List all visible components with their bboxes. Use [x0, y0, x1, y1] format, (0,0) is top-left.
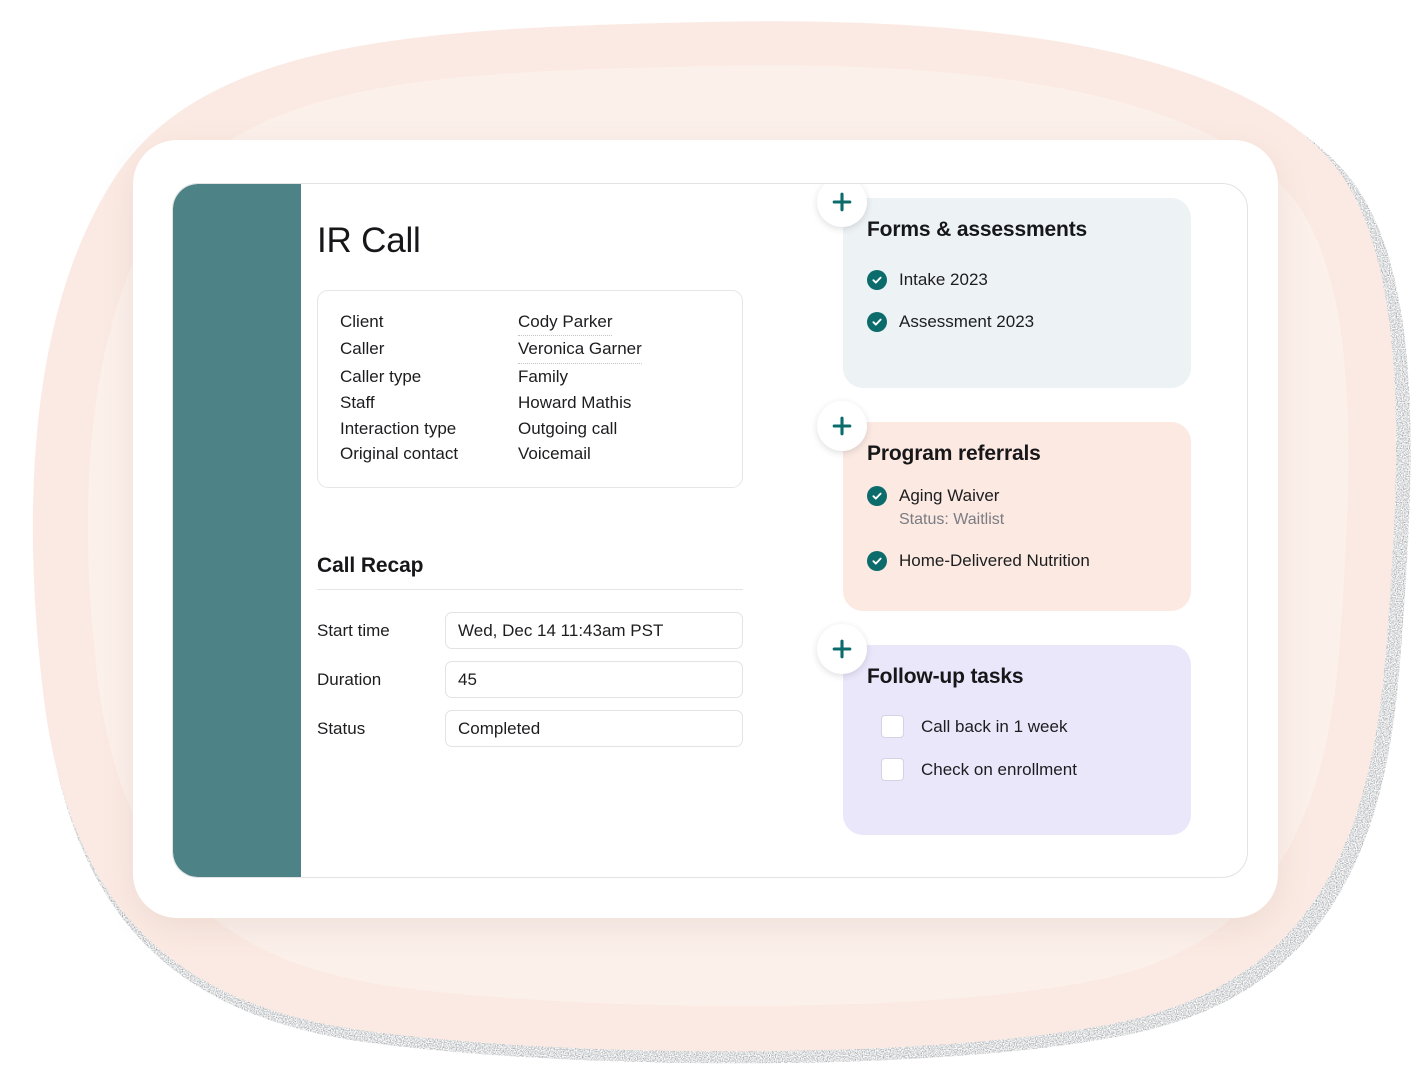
check-circle-icon [867, 312, 887, 332]
list-item[interactable]: Call back in 1 week [881, 715, 1167, 738]
field-label: Duration [317, 669, 382, 689]
call-recap-section: Call Recap Start time Duration Status [317, 554, 743, 748]
list-item[interactable]: Aging Waiver Status: Waitlist [867, 484, 1167, 531]
check-icon [872, 318, 882, 326]
detail-value: Voicemail [518, 444, 591, 464]
call-details-card: Client Cody Parker Caller Veronica Garne… [317, 289, 743, 489]
check-circle-icon [867, 270, 887, 290]
follow-up-tasks-card: Follow-up tasks Call back in 1 week Chec… [843, 645, 1191, 835]
detail-label: Client [340, 311, 384, 331]
field-row-duration: Duration [317, 661, 743, 699]
forms-card-wrap: Forms & assessments Intake 2023 Assessme… [817, 184, 1191, 388]
checkbox-empty-icon[interactable] [881, 758, 904, 781]
status-input[interactable] [445, 710, 743, 748]
referrals-card-wrap: Program referrals Aging Waiver Status: W… [817, 401, 1191, 611]
list-item-text: Assessment 2023 [899, 310, 1034, 334]
list-item-label: Home-Delivered Nutrition [899, 551, 1090, 570]
plus-icon [832, 639, 852, 659]
task-label: Check on enrollment [921, 759, 1077, 779]
detail-row-interaction-type: Interaction type Outgoing call [340, 416, 720, 442]
checkbox-empty-icon[interactable] [881, 715, 904, 738]
detail-value: Family [518, 367, 569, 387]
page-title: IR Call [317, 221, 421, 260]
plus-icon [832, 416, 852, 436]
detail-label: Original contact [340, 444, 459, 464]
right-column: Forms & assessments Intake 2023 Assessme… [771, 184, 1247, 877]
list-item-status: Status: Waitlist [899, 511, 1005, 528]
detail-label: Interaction type [340, 418, 457, 438]
check-icon [872, 492, 882, 500]
illustration-stage: IR Call Client Cody Parker Caller Veroni… [0, 0, 1416, 1065]
forms-assessments-card: Forms & assessments Intake 2023 Assessme… [843, 198, 1191, 388]
detail-value-client-link[interactable]: Cody Parker [518, 309, 613, 337]
detail-row-staff: Staff Howard Mathis [340, 390, 720, 416]
detail-row-original-contact: Original contact Voicemail [340, 441, 720, 467]
left-column: IR Call Client Cody Parker Caller Veroni… [301, 184, 771, 877]
sidebar-rail[interactable] [173, 184, 301, 877]
add-task-button[interactable] [817, 624, 867, 674]
list-item-label: Aging Waiver [899, 486, 1000, 505]
app-panel: IR Call Client Cody Parker Caller Veroni… [172, 183, 1248, 878]
field-row-status: Status [317, 710, 743, 748]
list-item-label: Assessment 2023 [899, 312, 1035, 331]
detail-value-caller-link[interactable]: Veronica Garner [518, 336, 642, 365]
check-circle-icon [867, 551, 887, 571]
detail-label: Staff [340, 392, 375, 412]
section-divider [317, 589, 743, 591]
list-item-label: Intake 2023 [899, 270, 988, 289]
detail-label: Caller type [340, 367, 422, 387]
list-item-text: Intake 2023 [899, 268, 988, 292]
check-icon [872, 557, 882, 565]
forms-card-title: Forms & assessments [867, 218, 1088, 241]
plus-icon [832, 192, 852, 212]
task-label: Call back in 1 week [921, 716, 1068, 736]
list-item[interactable]: Intake 2023 [867, 268, 1167, 292]
list-item[interactable]: Assessment 2023 [867, 310, 1167, 334]
add-referral-button[interactable] [817, 401, 867, 451]
detail-row-caller: Caller Veronica Garner [340, 336, 720, 365]
detail-label: Caller [340, 339, 385, 359]
list-item[interactable]: Check on enrollment [881, 758, 1167, 781]
panel-body: IR Call Client Cody Parker Caller Veroni… [301, 184, 1247, 877]
field-label: Start time [317, 620, 390, 640]
check-circle-icon [867, 486, 887, 506]
referrals-card-title: Program referrals [867, 442, 1041, 465]
duration-input[interactable] [445, 661, 743, 699]
detail-value: Outgoing call [518, 418, 618, 438]
detail-value: Howard Mathis [518, 392, 632, 412]
start-time-input[interactable] [445, 612, 743, 650]
tasks-card-wrap: Follow-up tasks Call back in 1 week Chec… [817, 624, 1191, 835]
program-referrals-card: Program referrals Aging Waiver Status: W… [843, 422, 1191, 611]
list-item[interactable]: Home-Delivered Nutrition [867, 549, 1167, 573]
list-item-text: Aging Waiver Status: Waitlist [899, 484, 1004, 531]
check-icon [872, 276, 882, 284]
field-label: Status [317, 718, 366, 738]
call-recap-heading: Call Recap [317, 554, 424, 578]
tasks-card-title: Follow-up tasks [867, 665, 1024, 688]
list-item-text: Home-Delivered Nutrition [899, 549, 1090, 573]
detail-row-client: Client Cody Parker [340, 309, 720, 337]
detail-row-caller-type: Caller type Family [340, 364, 720, 390]
field-row-start-time: Start time [317, 612, 743, 650]
